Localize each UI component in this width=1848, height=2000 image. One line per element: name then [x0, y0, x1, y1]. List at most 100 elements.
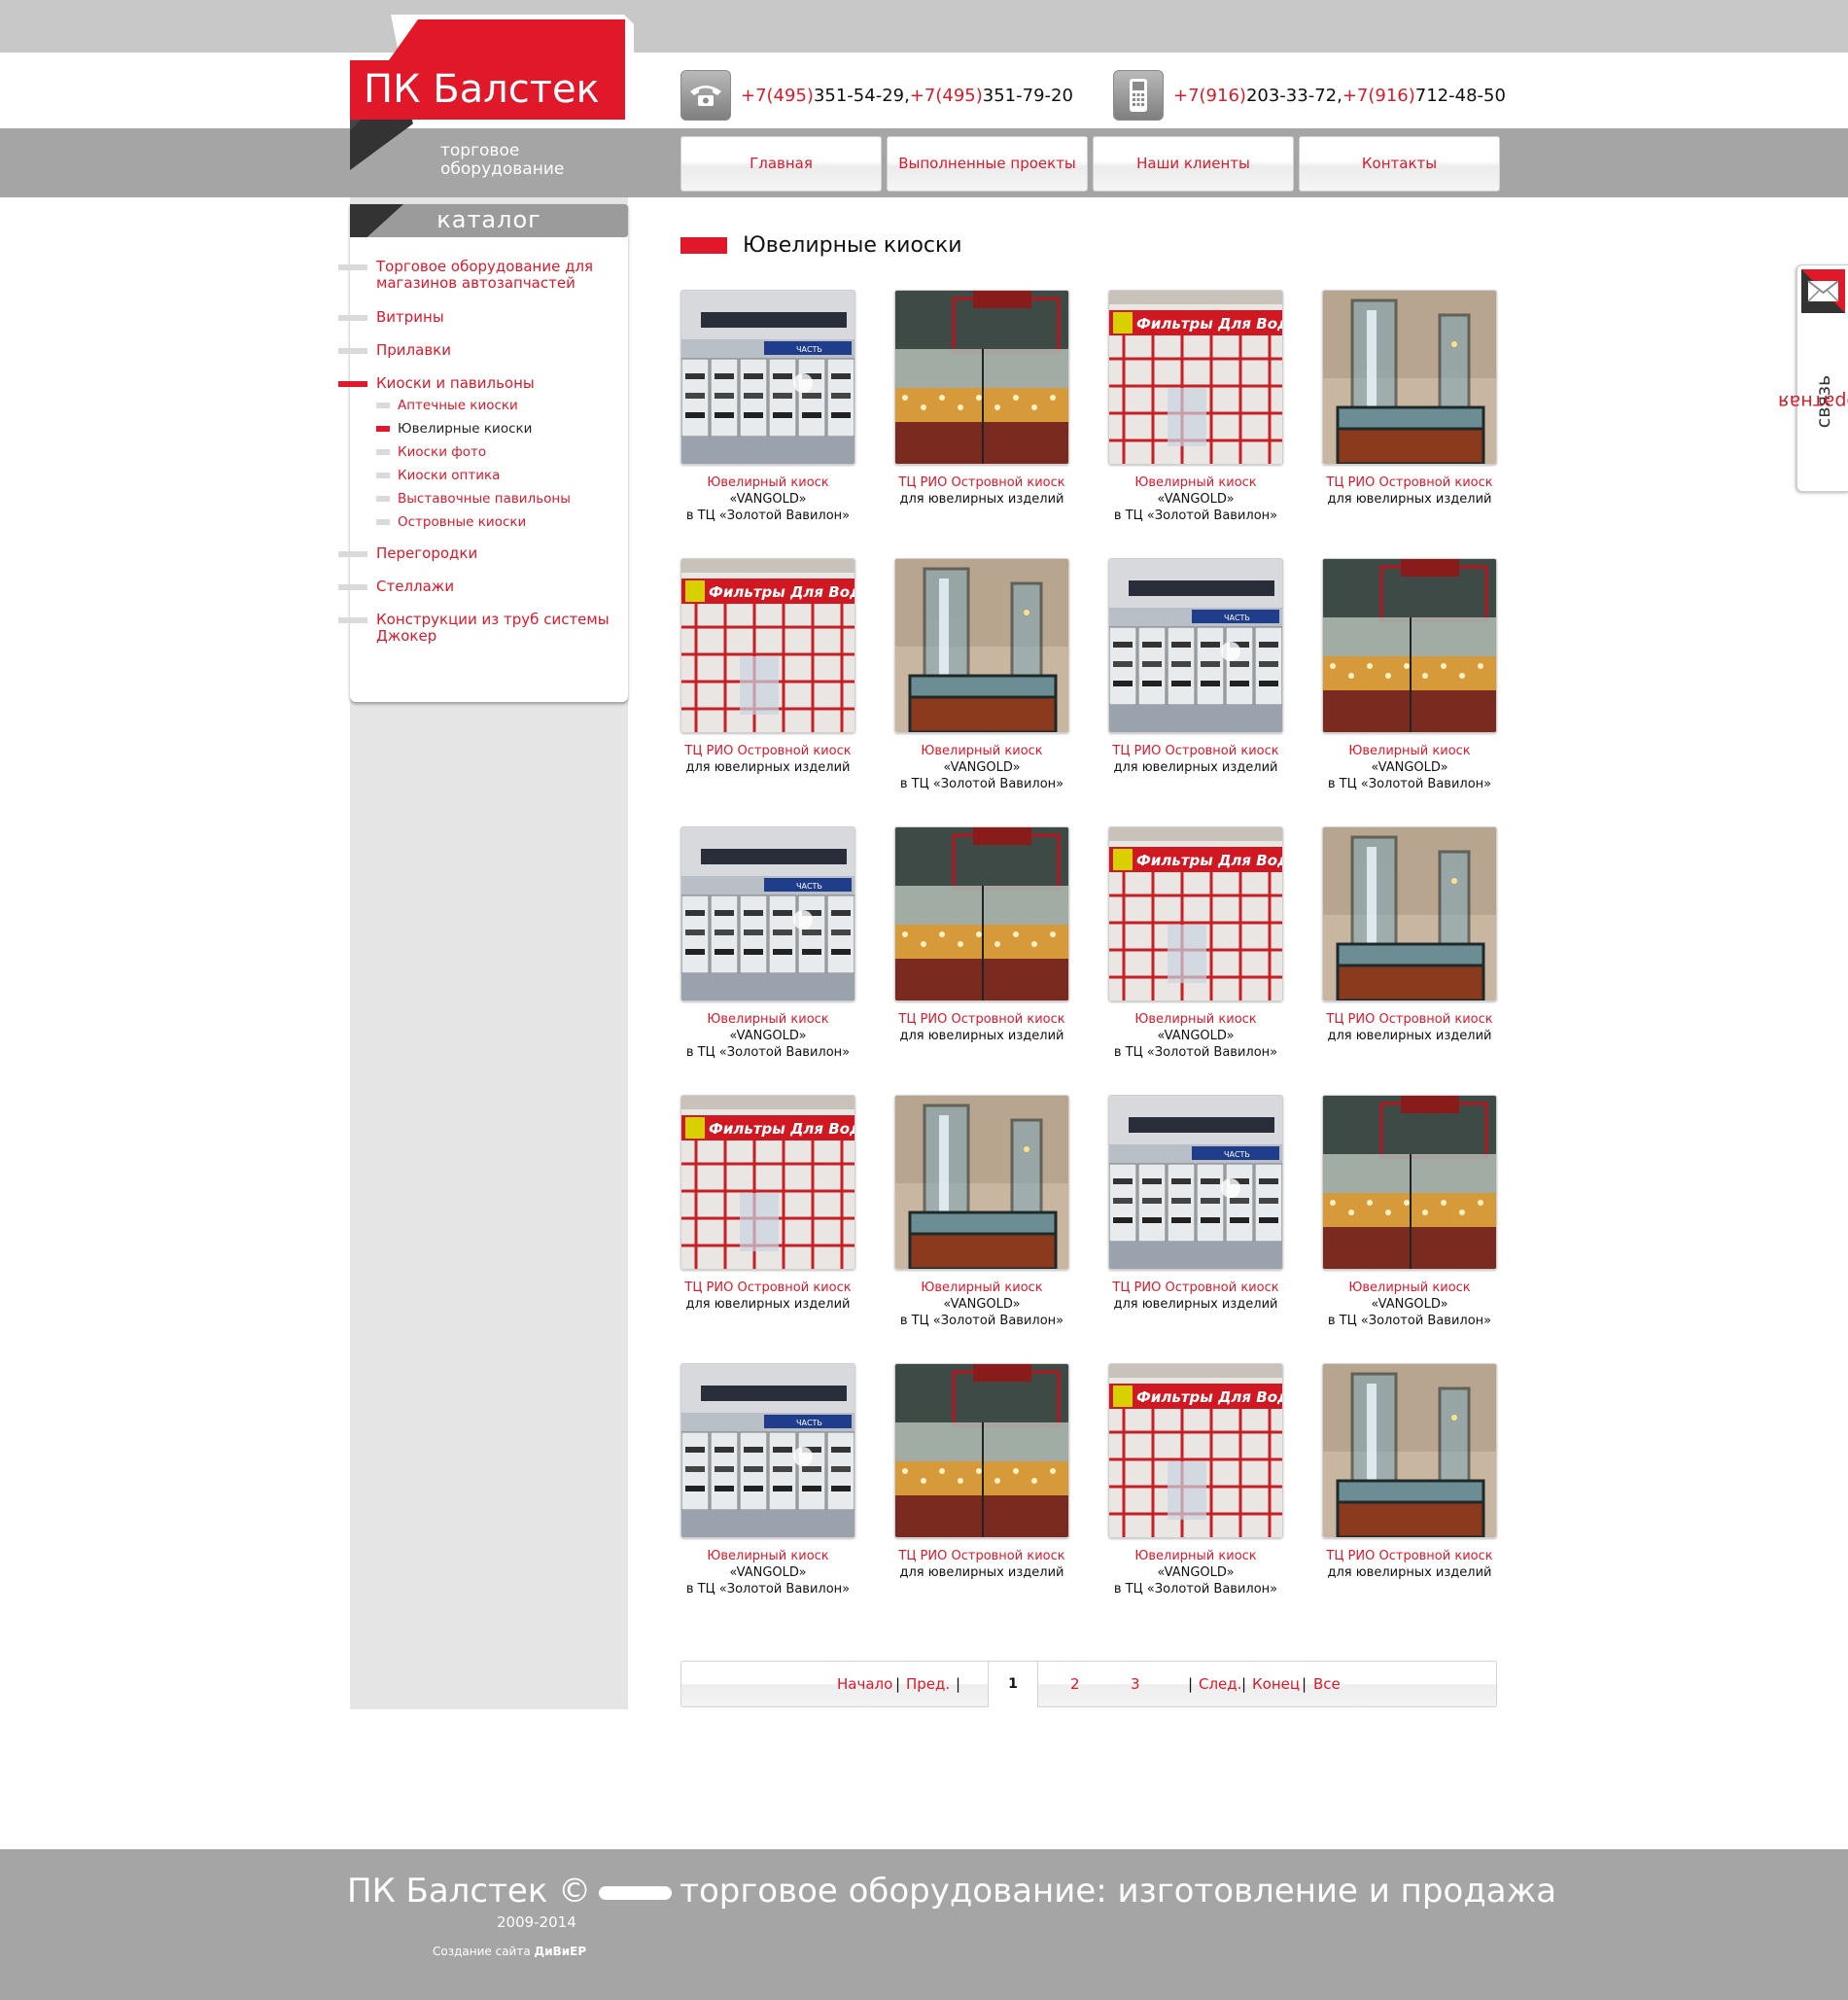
nav-home[interactable]: Главная [680, 136, 882, 192]
product-card[interactable]: ТЦ РИО Островной киоск для ювелирных изде… [1322, 290, 1497, 508]
product-photo[interactable] [1322, 826, 1497, 1001]
product-photo[interactable]: ЧАСТЬ [680, 826, 855, 1001]
phone-code[interactable]: +7(495) [741, 86, 814, 106]
subitem-photo-kiosks[interactable]: Киоски фото [350, 444, 628, 460]
product-photo[interactable]: ЧАСТЬ [680, 290, 855, 465]
product-card[interactable]: ТЦ РИО Островной киоск для ювелирных изде… [1322, 1363, 1497, 1581]
product-title[interactable]: Ювелирный киоск [680, 1548, 855, 1564]
product-card[interactable]: ТЦ РИО Островной киоск для ювелирных изде… [1322, 826, 1497, 1044]
product-card[interactable]: Фильтры Для Вод Ювелирный киоск «VANGOLD» в… [1108, 290, 1283, 524]
product-photo[interactable]: Фильтры Для Вод [680, 558, 855, 733]
catalog-item-partitions[interactable]: Перегородки [338, 545, 628, 562]
product-photo[interactable] [1322, 558, 1497, 733]
product-title[interactable]: Ювелирный киоск [680, 1011, 855, 1028]
product-card[interactable]: Ювелирный киоск «VANGOLD» в ТЦ «Золотой Ва… [894, 558, 1069, 792]
pager-page-2[interactable]: 2 [1070, 1675, 1080, 1693]
product-photo[interactable] [894, 558, 1069, 733]
phone-number[interactable]: 351-54-29, [814, 86, 910, 106]
product-card[interactable]: Фильтры Для Вод ТЦ РИО Островной киоск для… [680, 558, 855, 776]
product-card[interactable]: ЧАСТЬ Ювелирный киоск «VANGOLD» в ТЦ «Золот… [680, 1363, 855, 1597]
product-card[interactable]: Ювелирный киоск «VANGOLD» в ТЦ «Золотой Ва… [1322, 558, 1497, 792]
product-title[interactable]: ТЦ РИО Островной киоск [894, 1548, 1069, 1564]
subitem-exhibition-pavilions[interactable]: Выставочные павильоны [350, 491, 628, 507]
subitem-pharmacy-kiosks[interactable]: Аптечные киоски [350, 398, 628, 413]
catalog-item-counters[interactable]: Прилавки [338, 342, 628, 359]
product-title[interactable]: Ювелирный киоск [680, 474, 855, 491]
product-title[interactable]: Ювелирный киоск [894, 1280, 1069, 1296]
product-title[interactable]: ТЦ РИО Островной киоск [1108, 1280, 1283, 1296]
product-card[interactable]: ТЦ РИО Островной киоск для ювелирных изде… [894, 826, 1069, 1044]
nav-clients[interactable]: Наши клиенты [1093, 136, 1294, 192]
product-photo[interactable] [894, 1095, 1069, 1270]
subitem-island-kiosks[interactable]: Островные киоски [350, 514, 628, 530]
product-photo[interactable] [894, 826, 1069, 1001]
product-photo[interactable] [894, 1363, 1069, 1538]
product-card[interactable]: Фильтры Для Вод Ювелирный киоск «VANGOLD» в… [1108, 1363, 1283, 1597]
product-photo[interactable]: ЧАСТЬ [680, 1363, 855, 1538]
product-card[interactable]: ТЦ РИО Островной киоск для ювелирных изде… [894, 1363, 1069, 1581]
product-photo[interactable]: Фильтры Для Вод [1108, 1363, 1283, 1538]
subitem-jewelry-kiosks[interactable]: Ювелирные киоски [350, 421, 628, 437]
product-card[interactable]: ЧАСТЬ Ювелирный киоск «VANGOLD» в ТЦ «Золот… [680, 290, 855, 524]
product-title[interactable]: ТЦ РИО Островной киоск [1322, 474, 1497, 491]
product-photo[interactable]: Фильтры Для Вод [1108, 290, 1283, 465]
product-photo[interactable] [1322, 1095, 1497, 1270]
product-title[interactable]: Ювелирный киоск [894, 743, 1069, 759]
pager-first[interactable]: Начало [837, 1675, 892, 1693]
phone-code[interactable]: +7(916) [1173, 86, 1246, 106]
pager-separator: | [895, 1675, 901, 1693]
pager-prev[interactable]: Пред. [906, 1675, 950, 1693]
tagline-line2: оборудование [440, 159, 565, 179]
product-title[interactable]: Ювелирный киоск [1108, 474, 1283, 491]
subitem-optics-kiosks[interactable]: Киоски оптика [350, 468, 628, 483]
menu-marker [338, 315, 367, 321]
product-photo[interactable] [1322, 290, 1497, 465]
product-card[interactable]: Фильтры Для Вод Ювелирный киоск «VANGOLD» в… [1108, 826, 1283, 1061]
product-title[interactable]: ТЦ РИО Островной киоск [894, 474, 1069, 491]
pager-all[interactable]: Все [1313, 1675, 1341, 1693]
nav-projects[interactable]: Выполненные проекты [887, 136, 1088, 192]
feedback-tab[interactable]: обратная связь [1778, 264, 1848, 492]
pager-page-3[interactable]: 3 [1131, 1675, 1140, 1693]
product-title[interactable]: ТЦ РИО Островной киоск [680, 1280, 855, 1296]
product-subtitle: «VANGOLD» [1157, 1029, 1235, 1043]
phone-number[interactable]: 712-48-50 [1415, 86, 1506, 106]
phone-number[interactable]: 203-33-72, [1246, 86, 1342, 106]
pager-last[interactable]: Конец [1252, 1675, 1300, 1693]
product-card[interactable]: ЧАСТЬ Ювелирный киоск «VANGOLD» в ТЦ «Золот… [680, 826, 855, 1061]
nav-contacts[interactable]: Контакты [1299, 136, 1500, 192]
product-card[interactable]: Ювелирный киоск «VANGOLD» в ТЦ «Золотой Ва… [1322, 1095, 1497, 1329]
product-photo[interactable]: ЧАСТЬ [1108, 1095, 1283, 1270]
product-title[interactable]: Ювелирный киоск [1108, 1548, 1283, 1564]
phone-code[interactable]: +7(916) [1342, 86, 1415, 106]
product-title[interactable]: Ювелирный киоск [1322, 1280, 1497, 1296]
product-title[interactable]: ТЦ РИО Островной киоск [894, 1011, 1069, 1028]
catalog-item-showcases[interactable]: Витрины [338, 309, 628, 326]
product-title[interactable]: ТЦ РИО Островной киоск [1322, 1011, 1497, 1028]
product-photo[interactable] [1322, 1363, 1497, 1538]
product-title[interactable]: ТЦ РИО Островной киоск [1322, 1548, 1497, 1564]
pager-next[interactable]: След. [1199, 1675, 1241, 1693]
product-card[interactable]: ЧАСТЬ ТЦ РИО Островной киоск для ювелирных… [1108, 558, 1283, 776]
phone-number[interactable]: 351-79-20 [983, 86, 1073, 106]
product-card[interactable]: ТЦ РИО Островной киоск для ювелирных изде… [894, 290, 1069, 508]
product-title[interactable]: ТЦ РИО Островной киоск [680, 743, 855, 759]
phone-code[interactable]: +7(495) [910, 86, 983, 106]
product-photo[interactable]: Фильтры Для Вод [680, 1095, 855, 1270]
product-card[interactable]: Фильтры Для Вод ТЦ РИО Островной киоск для… [680, 1095, 855, 1313]
catalog-item-kiosks[interactable]: Киоски и павильоны [338, 375, 628, 392]
product-title[interactable]: Ювелирный киоск [1108, 1011, 1283, 1028]
product-card[interactable]: Ювелирный киоск «VANGOLD» в ТЦ «Золотой Ва… [894, 1095, 1069, 1329]
product-subtitle: для ювелирных изделий [1113, 1297, 1278, 1312]
product-photo[interactable]: ЧАСТЬ [1108, 558, 1283, 733]
catalog-item-racks[interactable]: Стеллажи [338, 579, 628, 595]
product-card[interactable]: ЧАСТЬ ТЦ РИО Островной киоск для ювелирных… [1108, 1095, 1283, 1313]
catalog-item-auto-parts[interactable]: Торговое оборудование для магазинов авто… [338, 259, 628, 292]
footer-years: 2009-2014 [497, 1913, 576, 1931]
product-photo[interactable] [894, 290, 1069, 465]
product-title[interactable]: Ювелирный киоск [1322, 743, 1497, 759]
credit-link[interactable]: ДиВиЕР [535, 1945, 587, 1958]
product-photo[interactable]: Фильтры Для Вод [1108, 826, 1283, 1001]
product-title[interactable]: ТЦ РИО Островной киоск [1108, 743, 1283, 759]
catalog-item-joker-pipes[interactable]: Конструкции из труб системы Джокер [338, 612, 628, 645]
